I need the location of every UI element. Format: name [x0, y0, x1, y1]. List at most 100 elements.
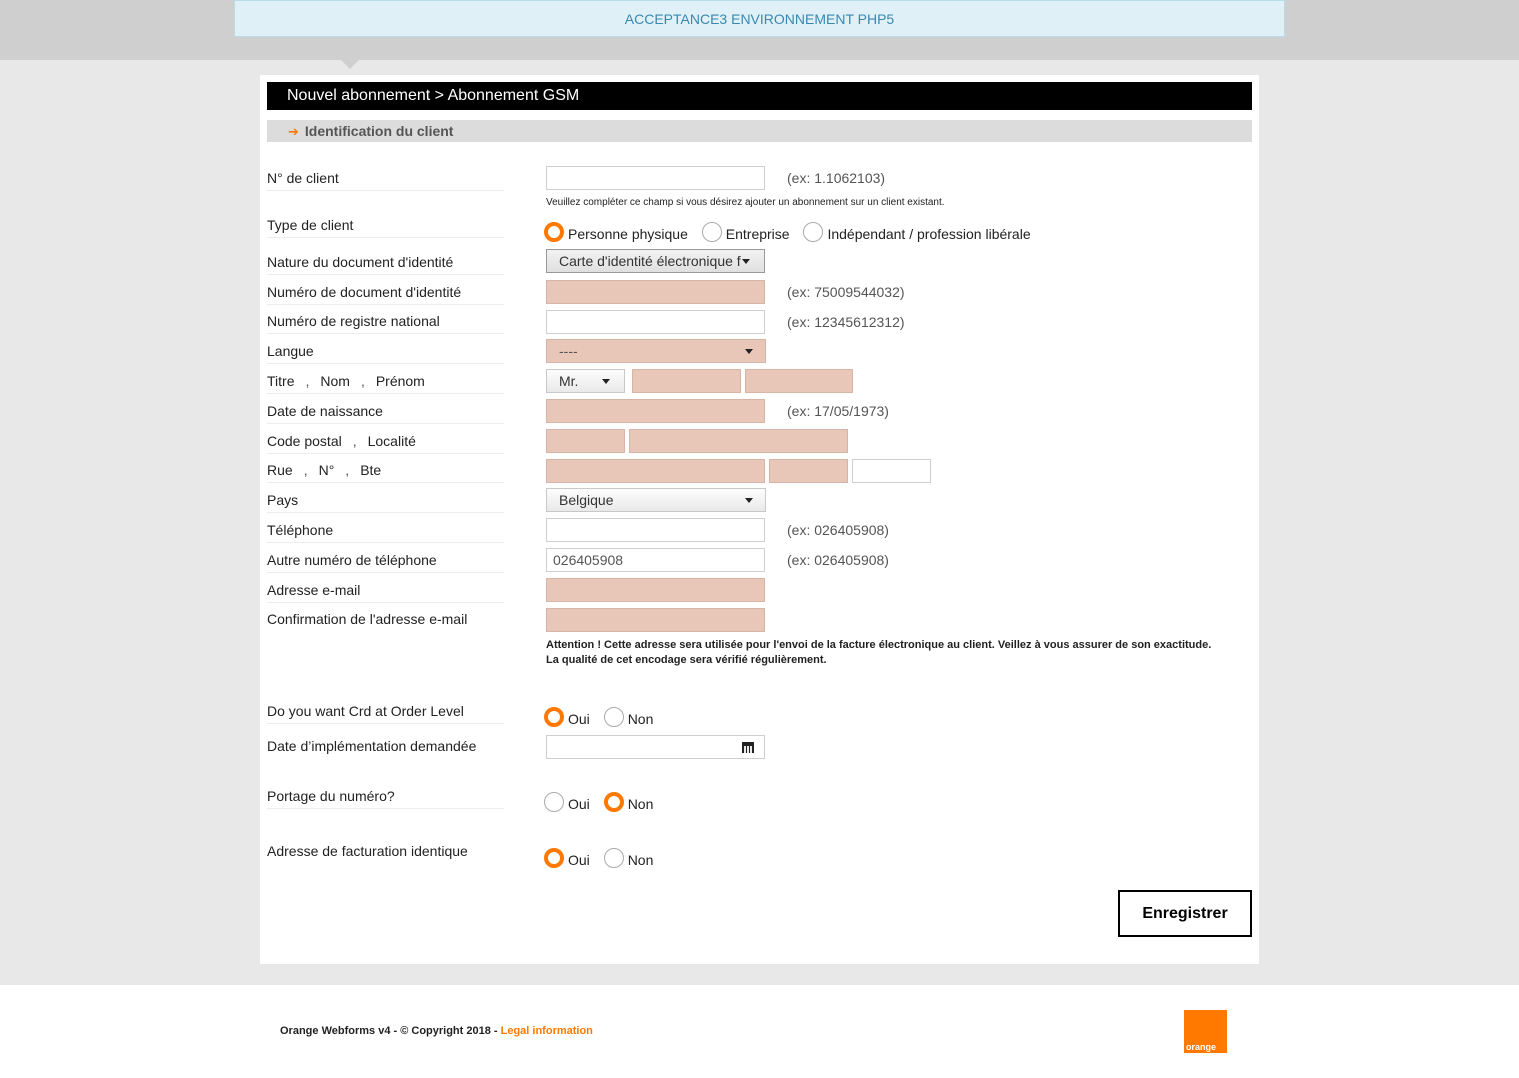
radio-empty-icon[interactable] — [544, 792, 564, 812]
porting-yes-option[interactable]: Oui — [544, 792, 590, 812]
section-header: ➔ Identification du client — [267, 120, 1252, 142]
title-select[interactable]: Mr. — [546, 369, 625, 393]
address-label: Rue, N°, Bte — [267, 462, 504, 483]
no-label: Non — [627, 852, 654, 868]
doc-nature-value: Carte d'identité électronique f — [559, 253, 741, 269]
doc-number-hint: (ex: 75009544032) — [787, 284, 905, 300]
save-button[interactable]: Enregistrer — [1118, 890, 1252, 937]
client-type-label: Type de client — [267, 217, 504, 238]
section-title: Identification du client — [304, 123, 454, 139]
logo-text: orange — [1186, 1042, 1217, 1052]
porting-no-option[interactable]: Non — [603, 792, 654, 812]
crd-no-option[interactable]: Non — [603, 707, 653, 727]
form-card: Nouvel abonnement > Abonnement GSM ➔ Iden… — [260, 75, 1259, 964]
yes-label: Oui — [568, 852, 590, 868]
page-title: Nouvel abonnement > Abonnement GSM — [267, 82, 1252, 110]
radio-empty-icon[interactable] — [603, 848, 624, 868]
title-value: Mr. — [559, 373, 579, 389]
doc-nature-select[interactable]: Carte d'identité électronique f — [546, 249, 765, 273]
radio-empty-icon[interactable] — [701, 222, 722, 242]
billing-identical-radio-group: Oui Non — [544, 848, 663, 868]
separator: , — [345, 462, 350, 478]
radio-empty-icon[interactable] — [603, 707, 624, 727]
national-reg-input[interactable] — [546, 310, 765, 334]
environment-banner: ACCEPTANCE3 ENVIRONNEMENT PHP5 — [234, 0, 1285, 37]
postal-code-label: Code postal — [267, 433, 342, 449]
national-reg-hint: (ex: 12345612312) — [787, 314, 905, 330]
last-name-label: Nom — [320, 373, 350, 389]
client-type-option-label: Indépendant / profession libérale — [827, 226, 1031, 242]
chevron-down-icon — [745, 498, 753, 503]
separator: , — [352, 433, 357, 449]
phone-input[interactable] — [546, 518, 765, 542]
street-label: Rue — [267, 462, 293, 478]
billing-no-option[interactable]: Non — [603, 848, 654, 868]
client-type-option-label: Entreprise — [725, 226, 790, 242]
language-label: Langue — [267, 343, 504, 364]
email-confirm-input[interactable] — [546, 608, 765, 632]
email-input[interactable] — [546, 578, 765, 602]
doc-number-input[interactable] — [546, 280, 765, 304]
crd-order-level-label: Do you want Crd at Order Level — [267, 703, 504, 724]
banner-notch — [341, 60, 359, 69]
radio-empty-icon[interactable] — [803, 222, 824, 242]
impl-date-input[interactable] — [546, 735, 765, 759]
no-label: Non — [627, 796, 654, 812]
country-select[interactable]: Belgique — [546, 488, 766, 512]
chevron-down-icon — [742, 259, 750, 264]
title-label: Titre — [267, 373, 295, 389]
email-confirm-label: Confirmation de l'adresse e-mail — [267, 611, 468, 627]
impl-date-label: Date d’implémentation demandée — [267, 738, 477, 754]
other-phone-label: Autre numéro de téléphone — [267, 552, 504, 573]
crd-yes-option[interactable]: Oui — [544, 707, 590, 727]
language-select[interactable]: ---- — [546, 339, 766, 363]
street-input[interactable] — [546, 459, 765, 483]
billing-yes-option[interactable]: Oui — [544, 848, 590, 868]
language-value: ---- — [559, 343, 578, 359]
client-type-option-personne[interactable]: Personne physique — [544, 222, 688, 242]
separator: , — [305, 373, 310, 389]
calendar-icon[interactable] — [742, 742, 754, 753]
box-label: Bte — [360, 462, 382, 478]
number-porting-label: Portage du numéro? — [267, 788, 504, 809]
first-name-label: Prénom — [375, 373, 425, 389]
doc-number-label: Numéro de document d'identité — [267, 284, 504, 305]
footer-text: Orange Webforms v4 - © Copyright 2018 - … — [280, 1025, 593, 1037]
radio-selected-icon[interactable] — [544, 222, 564, 242]
radio-selected-icon[interactable] — [544, 707, 564, 727]
chevron-down-icon — [745, 349, 753, 354]
yes-label: Oui — [568, 796, 590, 812]
separator: , — [303, 462, 308, 478]
client-no-label: N° de client — [267, 170, 504, 191]
country-value: Belgique — [559, 492, 614, 508]
client-type-radio-group: Personne physique Entreprise Indépendant… — [544, 222, 1041, 242]
name-label: Titre, Nom, Prénom — [267, 373, 504, 394]
legal-information-link[interactable]: Legal information — [501, 1025, 593, 1037]
country-label: Pays — [267, 492, 504, 513]
postal-code-input[interactable] — [546, 429, 625, 453]
client-type-option-entreprise[interactable]: Entreprise — [701, 222, 790, 242]
birth-date-input[interactable] — [546, 399, 765, 423]
crd-order-level-radio-group: Oui Non — [544, 707, 663, 727]
email-label: Adresse e-mail — [267, 582, 504, 603]
radio-selected-icon[interactable] — [603, 792, 624, 812]
first-name-input[interactable] — [745, 369, 853, 393]
last-name-input[interactable] — [632, 369, 741, 393]
yes-label: Oui — [568, 711, 590, 727]
street-number-input[interactable] — [769, 459, 848, 483]
radio-selected-icon[interactable] — [544, 848, 564, 868]
birth-date-label: Date de naissance — [267, 403, 504, 424]
client-no-input[interactable] — [546, 166, 765, 190]
locality-input[interactable] — [629, 429, 848, 453]
arrow-right-icon: ➔ — [288, 124, 299, 139]
client-type-option-label: Personne physique — [568, 226, 688, 242]
footer: Orange Webforms v4 - © Copyright 2018 - … — [0, 985, 1519, 1078]
client-type-option-independant[interactable]: Indépendant / profession libérale — [803, 222, 1031, 242]
postal-label: Code postal, Localité — [267, 433, 504, 454]
phone-label: Téléphone — [267, 522, 504, 543]
other-phone-input[interactable]: 026405908 — [546, 548, 765, 572]
copyright-text: Orange Webforms v4 - © Copyright 2018 - — [280, 1025, 501, 1037]
doc-nature-label: Nature du document d'identité — [267, 254, 504, 275]
other-phone-hint: (ex: 026405908) — [787, 552, 889, 568]
box-input[interactable] — [852, 459, 931, 483]
